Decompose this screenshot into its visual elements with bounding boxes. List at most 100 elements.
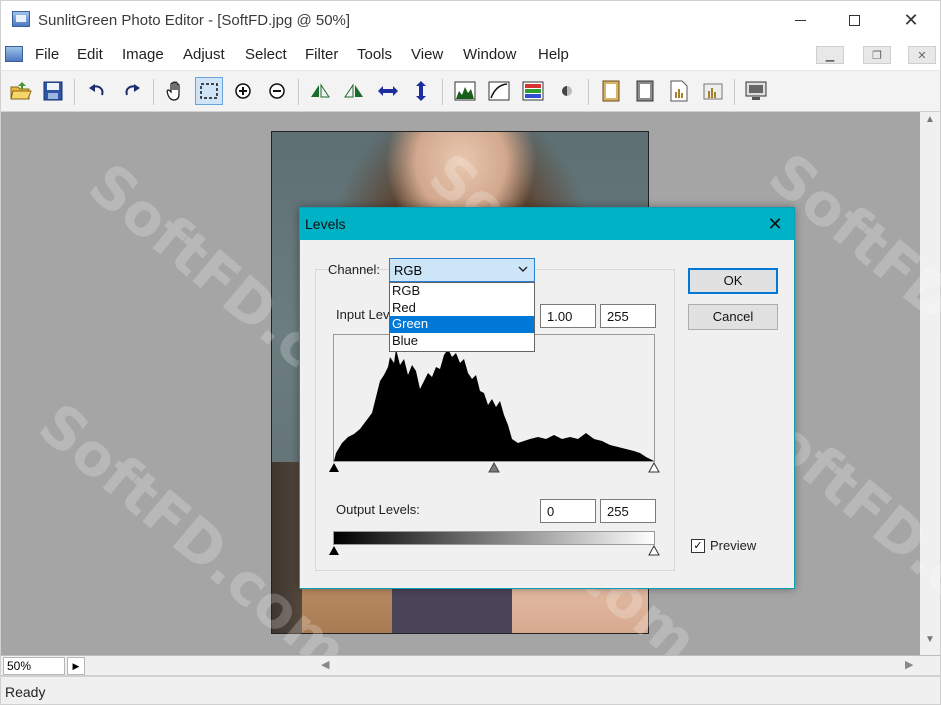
- toolbar-separator: [442, 79, 443, 105]
- menu-image[interactable]: Image: [122, 46, 164, 63]
- flip-vertical-icon: [416, 81, 426, 101]
- color-balance-icon: [522, 81, 544, 101]
- flip-left-button[interactable]: [306, 77, 334, 105]
- channel-select[interactable]: RGB: [389, 258, 535, 282]
- menu-view[interactable]: View: [411, 46, 443, 63]
- frame-icon: [602, 80, 620, 102]
- fullscreen-button[interactable]: [742, 77, 770, 105]
- dialog-close-button[interactable]: ✕: [762, 212, 788, 236]
- scroll-down-icon[interactable]: ▼: [920, 634, 940, 652]
- menu-adjust[interactable]: Adjust: [183, 46, 225, 63]
- document-window-icon[interactable]: [5, 46, 23, 62]
- zoom-in-icon: [235, 83, 251, 99]
- rect-select-button[interactable]: [195, 77, 223, 105]
- histogram-button[interactable]: [699, 77, 727, 105]
- rect-select-icon: [200, 83, 218, 99]
- levels-dialog: Levels ✕ Channel: RGB RGB Red Green Blue…: [299, 207, 795, 589]
- open-folder-icon: [10, 82, 32, 100]
- channel-option-blue[interactable]: Blue: [390, 333, 534, 350]
- channel-option-red[interactable]: Red: [390, 300, 534, 317]
- zoom-out-button[interactable]: [263, 77, 291, 105]
- curves-icon: [488, 81, 510, 101]
- maximize-button[interactable]: [831, 1, 877, 39]
- monitor-icon: [745, 81, 767, 100]
- redo-button[interactable]: [118, 77, 146, 105]
- toolbar-separator: [734, 79, 735, 105]
- output-black-handle[interactable]: [329, 546, 339, 555]
- output-levels-label: Output Levels:: [336, 502, 420, 517]
- frame2-button[interactable]: [631, 77, 659, 105]
- checkmark-icon: ✓: [693, 540, 703, 552]
- menu-filter[interactable]: Filter: [305, 46, 338, 63]
- open-button[interactable]: [7, 77, 35, 105]
- close-button[interactable]: ✕: [888, 1, 934, 39]
- output-black-field[interactable]: 0: [540, 499, 596, 523]
- menu-file[interactable]: File: [35, 46, 59, 63]
- menu-window[interactable]: Window: [463, 46, 516, 63]
- menu-bar: File Edit Image Adjust Select Filter Too…: [0, 40, 941, 70]
- histogram-chart: [333, 334, 655, 462]
- output-levels-slider[interactable]: [328, 545, 662, 557]
- output-white-handle[interactable]: [648, 545, 660, 556]
- scroll-left-icon[interactable]: ◀: [321, 658, 329, 671]
- save-button[interactable]: [39, 77, 67, 105]
- scroll-up-icon[interactable]: ▲: [920, 114, 940, 132]
- horizontal-scrollbar[interactable]: ◀ ▶: [317, 656, 921, 675]
- pan-tool-button[interactable]: [162, 77, 190, 105]
- document-button[interactable]: [665, 77, 693, 105]
- menu-help[interactable]: Help: [538, 46, 569, 63]
- curves-button[interactable]: [485, 77, 513, 105]
- preview-label: Preview: [710, 538, 757, 553]
- levels-button[interactable]: [451, 77, 479, 105]
- gamma-handle[interactable]: [488, 462, 500, 473]
- scroll-right-icon[interactable]: ▶: [905, 658, 913, 671]
- zoom-field[interactable]: 50%: [3, 657, 65, 675]
- input-levels-slider[interactable]: [328, 462, 662, 474]
- zoom-in-button[interactable]: [229, 77, 257, 105]
- histogram-graph: [334, 349, 654, 461]
- toolbar-separator: [74, 79, 75, 105]
- minimize-button[interactable]: [777, 1, 823, 39]
- mdi-close-icon: ✕: [917, 49, 927, 62]
- preview-checkbox[interactable]: ✓: [691, 539, 705, 553]
- flip-horizontal-button[interactable]: [374, 77, 402, 105]
- undo-button[interactable]: [83, 77, 111, 105]
- ok-button[interactable]: OK: [688, 268, 778, 294]
- minimize-icon: [794, 19, 806, 21]
- title-bar: SunlitGreen Photo Editor - [SoftFD.jpg @…: [0, 0, 941, 40]
- cancel-button[interactable]: Cancel: [688, 304, 778, 330]
- mdi-close-button[interactable]: ✕: [908, 46, 936, 64]
- dialog-title-bar[interactable]: Levels ✕: [300, 208, 794, 240]
- brightness-icon: [562, 86, 572, 96]
- color-balance-button[interactable]: [519, 77, 547, 105]
- redo-icon: [125, 84, 140, 96]
- white-point-handle[interactable]: [648, 462, 660, 473]
- maximize-icon: [848, 14, 860, 26]
- zoom-out-icon: [269, 83, 285, 99]
- black-point-handle[interactable]: [329, 463, 339, 472]
- zoom-arrow-icon[interactable]: ▶: [67, 657, 85, 675]
- input-gamma-field[interactable]: 1.00: [540, 304, 596, 328]
- menu-tools[interactable]: Tools: [357, 46, 392, 63]
- input-white-field[interactable]: 255: [600, 304, 656, 328]
- document-icon: [670, 80, 688, 102]
- mdi-restore-button[interactable]: ❐: [863, 46, 891, 64]
- vertical-scrollbar[interactable]: ▲ ▼: [920, 112, 941, 655]
- menu-edit[interactable]: Edit: [77, 46, 103, 63]
- channel-option-green[interactable]: Green: [390, 316, 534, 333]
- flip-vertical-button[interactable]: [407, 77, 435, 105]
- chevron-down-icon: [518, 266, 528, 272]
- brightness-button[interactable]: [553, 77, 581, 105]
- channel-option-rgb[interactable]: RGB: [390, 283, 534, 300]
- app-icon: [12, 11, 30, 27]
- frame2-icon: [636, 80, 654, 102]
- output-white-field[interactable]: 255: [600, 499, 656, 523]
- toolbar-separator: [298, 79, 299, 105]
- flip-right-button[interactable]: [340, 77, 368, 105]
- mdi-minimize-button[interactable]: ▁: [816, 46, 844, 64]
- menu-select[interactable]: Select: [245, 46, 287, 63]
- frame-button[interactable]: [597, 77, 625, 105]
- channel-label: Channel:: [328, 262, 381, 277]
- close-icon: ✕: [903, 9, 919, 30]
- toolbar: [0, 70, 941, 112]
